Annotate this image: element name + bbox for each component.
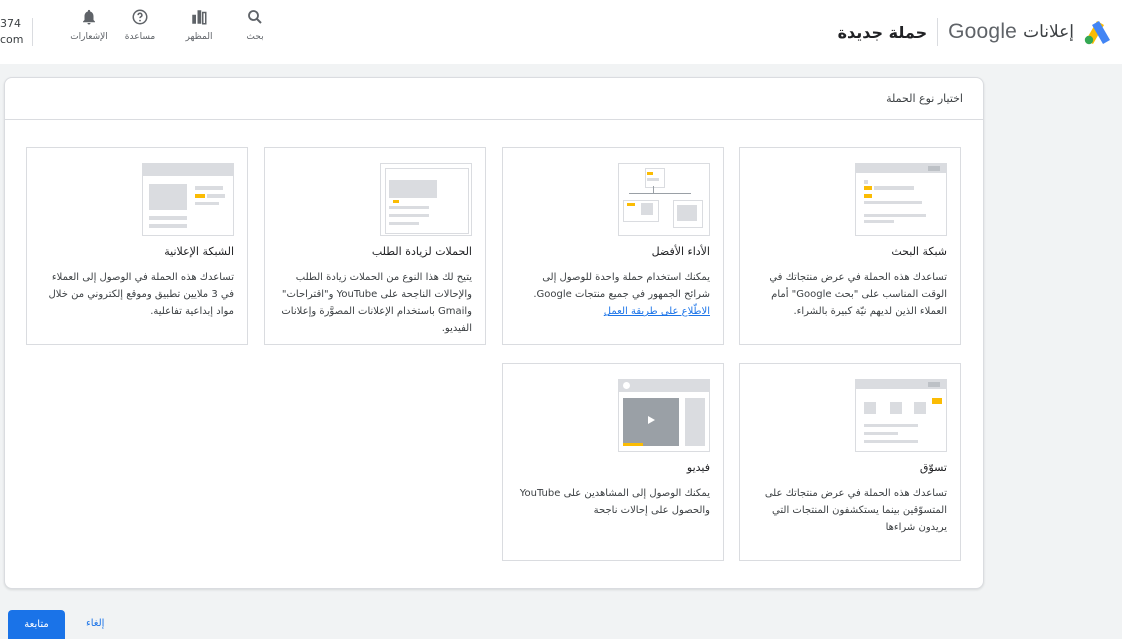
card-description: يمكنك استخدام حملة واحدة للوصول إلى شرائ… (514, 269, 710, 320)
help-button[interactable]: مساعدة (118, 8, 162, 42)
search-button[interactable]: بحث (233, 8, 277, 42)
account-info[interactable]: 374 com (0, 16, 24, 48)
card-video[interactable]: فيديو يمكنك الوصول إلى المشاهدين على You… (502, 363, 724, 561)
card-description-text: يمكنك استخدام حملة واحدة للوصول إلى شرائ… (533, 272, 710, 300)
video-thumbnail-icon (618, 379, 710, 452)
help-icon (132, 9, 148, 25)
appearance-button[interactable]: المظهر (177, 8, 221, 42)
card-title: فيديو (686, 461, 710, 474)
card-demand-gen[interactable]: الحملات لزيادة الطلب يتيح لك هذا النوع م… (264, 147, 486, 345)
cancel-button[interactable]: إلغاء (86, 618, 104, 629)
account-id: 374 (0, 17, 21, 30)
card-description: تساعدك هذه الحملة في الوصول إلى العملاء … (48, 272, 234, 317)
search-thumbnail-icon (855, 163, 947, 236)
appearance-icon (192, 10, 207, 25)
display-thumbnail-icon (142, 163, 234, 236)
divider (937, 18, 939, 46)
page-title: حملة جديدة (837, 22, 928, 42)
top-bar: 374 com الإشعارات مساعدة المظهر بحث حملة… (0, 0, 1122, 64)
notifications-button[interactable]: الإشعارات (67, 8, 111, 42)
play-icon (648, 416, 655, 424)
card-search[interactable]: شبكة البحث تساعدك هذه الحملة في عرض منتج… (739, 147, 961, 345)
google-ads-logo-icon (1084, 21, 1110, 45)
card-description: يمكنك الوصول إلى المشاهدين على YouTube و… (519, 488, 710, 516)
card-title: شبكة البحث (891, 245, 947, 258)
card-description: تساعدك هذه الحملة في عرض منتجاتك في الوق… (769, 272, 947, 317)
learn-how-link[interactable]: الاطّلاع على طريقة العمل (604, 306, 710, 317)
notifications-label: الإشعارات (70, 32, 108, 42)
performance-max-thumbnail-icon (618, 163, 710, 236)
help-label: مساعدة (124, 32, 156, 42)
divider (32, 18, 33, 46)
demand-gen-thumbnail-icon (380, 163, 472, 236)
brand-name[interactable]: Google إعلانات (948, 20, 1074, 44)
appearance-label: المظهر (185, 32, 213, 42)
shopping-thumbnail-icon (855, 379, 947, 452)
brand-google: Google (948, 20, 1018, 43)
card-display[interactable]: الشبكة الإعلانية تساعدك هذه الحملة في ال… (26, 147, 248, 345)
card-title: الحملات لزيادة الطلب (371, 245, 472, 258)
account-email: com (0, 33, 24, 46)
card-description: يتيح لك هذا النوع من الحملات زيادة الطلب… (281, 272, 472, 334)
notifications-icon (83, 9, 95, 25)
card-performance-max[interactable]: الأداء الأفضل يمكنك استخدام حملة واحدة ل… (502, 147, 724, 345)
card-title: الشبكة الإعلانية (164, 245, 234, 258)
panel-heading: اختيار نوع الحملة (5, 78, 983, 120)
card-title: تسوّق (919, 461, 947, 474)
search-icon (248, 10, 262, 24)
card-description: تساعدك هذه الحملة في عرض منتجاتك على الم… (764, 488, 947, 533)
campaign-type-panel: اختيار نوع الحملة شبكة البحث تساعدك هذه … (4, 77, 984, 589)
card-shopping[interactable]: تسوّق تساعدك هذه الحملة في عرض منتجاتك ع… (739, 363, 961, 561)
continue-button[interactable]: متابعة (8, 610, 65, 639)
search-label: بحث (246, 32, 264, 42)
card-title: الأداء الأفضل (651, 245, 710, 258)
brand-ads: إعلانات (1023, 22, 1074, 41)
brand-area: حملة جديدة Google إعلانات (838, 16, 1112, 48)
